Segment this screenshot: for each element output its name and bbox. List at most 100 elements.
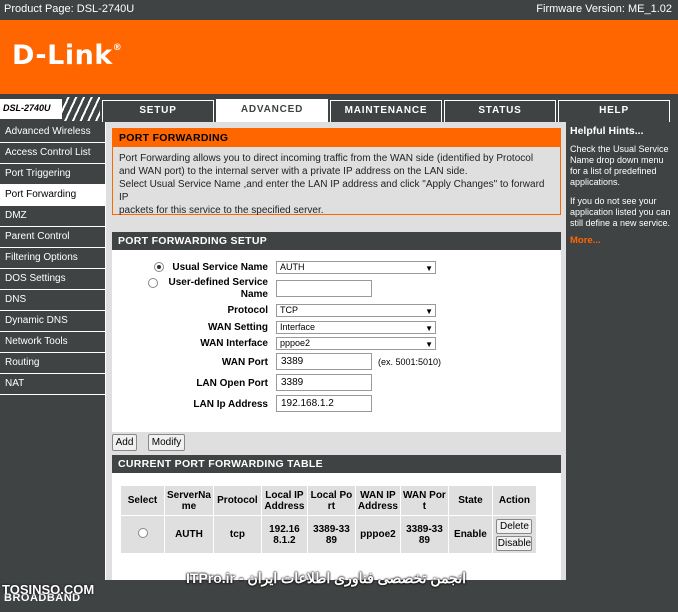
protocol-cell: tcp bbox=[212, 515, 262, 554]
local-port-cell: 3389-33 89 bbox=[306, 515, 356, 554]
firmware-version-label: Firmware Version: ME_1.02 bbox=[536, 3, 672, 15]
col-wan-port: WAN Por t bbox=[399, 485, 449, 516]
sidebar-item-nat[interactable]: NAT bbox=[0, 374, 105, 395]
sidebar-item-advanced-wireless[interactable]: Advanced Wireless bbox=[0, 122, 105, 143]
brand-banner: D-Link® bbox=[0, 20, 678, 94]
wan-port-hint: (ex. 5001:5010) bbox=[378, 357, 442, 367]
cell-line: 89 bbox=[325, 534, 337, 546]
helpful-hint-text: If you do not see your application liste… bbox=[570, 196, 671, 228]
col-local-ip: Local IP Address bbox=[260, 485, 308, 516]
user-defined-label: User-defined Service Name bbox=[160, 277, 269, 301]
header-line: ServerNa bbox=[167, 489, 211, 501]
wan-interface-select[interactable]: pppoe2 ▼ bbox=[276, 337, 436, 350]
sidebar-item-port-triggering[interactable]: Port Triggering bbox=[0, 164, 105, 185]
wan-interface-value: pppoe2 bbox=[280, 338, 311, 348]
usual-service-radio[interactable] bbox=[154, 262, 164, 272]
chevron-down-icon: ▼ bbox=[425, 307, 433, 316]
lan-ip-address-input[interactable]: 192.168.1.2 bbox=[276, 395, 372, 412]
tab-maintenance[interactable]: MAINTENANCE bbox=[330, 100, 442, 122]
select-cell bbox=[120, 515, 165, 554]
helpful-hint-text: Check the Usual Service Name drop down m… bbox=[570, 144, 669, 187]
tab-help[interactable]: HELP bbox=[558, 100, 670, 122]
row-select-radio[interactable] bbox=[137, 528, 148, 538]
watermark-center: انجمن تخصصی فناوری اطلاعات ایران - ITPro… bbox=[186, 570, 467, 586]
header-line: Local IP bbox=[265, 489, 304, 501]
main-content: PORT FORWARDING Port Forwarding allows y… bbox=[106, 122, 566, 600]
port-forwarding-info-box: PORT FORWARDING Port Forwarding allows y… bbox=[112, 128, 561, 216]
state-cell: Enable bbox=[447, 515, 493, 554]
model-stripes bbox=[62, 97, 100, 121]
sidebar-item-access-control-list[interactable]: Access Control List bbox=[0, 143, 105, 164]
action-cell: Delete Disable bbox=[491, 515, 537, 554]
dlink-logo: D-Link® bbox=[12, 40, 122, 71]
chevron-down-icon: ▼ bbox=[425, 340, 433, 349]
port-forwarding-setup-box: PORT FORWARDING SETUP Usual Service Name… bbox=[112, 232, 561, 432]
user-defined-service-input[interactable] bbox=[276, 280, 372, 297]
user-defined-label-line: Name bbox=[240, 289, 268, 300]
more-link[interactable]: More... bbox=[566, 229, 678, 252]
description-line: packets for this service to the specifie… bbox=[119, 205, 324, 216]
sidebar-item-parent-control[interactable]: Parent Control bbox=[0, 227, 105, 248]
tab-advanced[interactable]: ADVANCED bbox=[216, 99, 328, 122]
header-line: t bbox=[422, 500, 427, 512]
tab-setup[interactable]: SETUP bbox=[102, 100, 214, 122]
description-line: Select Usual Service Name ,and enter the… bbox=[119, 179, 545, 203]
sidebar-item-dns[interactable]: DNS bbox=[0, 290, 105, 311]
header-line: WAN Por bbox=[403, 489, 446, 501]
local-ip-cell: 192.16 8.1.2 bbox=[260, 515, 308, 554]
sidebar-item-dmz[interactable]: DMZ bbox=[0, 206, 105, 227]
header-line: Address bbox=[264, 500, 305, 512]
setup-section-title: PORT FORWARDING SETUP bbox=[112, 232, 561, 250]
port-forwarding-description: Port Forwarding allows you to direct inc… bbox=[113, 147, 560, 222]
watermark-left: TOSINSO.COM bbox=[2, 582, 95, 597]
table-row: AUTH tcp 192.16 8.1.2 3389-33 89 pppoe2 33… bbox=[120, 515, 537, 554]
col-action: Action bbox=[491, 485, 537, 516]
tab-status[interactable]: STATUS bbox=[444, 100, 556, 122]
chevron-down-icon: ▼ bbox=[425, 264, 433, 273]
cell-line: 8.1.2 bbox=[273, 534, 296, 546]
wan-port-input[interactable]: 3389 bbox=[276, 353, 372, 370]
header-line: me bbox=[181, 500, 197, 512]
col-protocol: Protocol bbox=[212, 485, 262, 516]
add-button[interactable]: Add bbox=[112, 434, 137, 451]
usual-service-select[interactable]: AUTH ▼ bbox=[276, 261, 436, 274]
sidebar-item-routing[interactable]: Routing bbox=[0, 353, 105, 374]
sidebar-item-dos-settings[interactable]: DOS Settings bbox=[0, 269, 105, 290]
sidebar-item-network-tools[interactable]: Network Tools bbox=[0, 332, 105, 353]
col-local-port: Local Po rt bbox=[306, 485, 356, 516]
cell-line: 3389-33 bbox=[313, 523, 350, 535]
wan-port-label: WAN Port bbox=[221, 357, 268, 368]
header-line: Address bbox=[357, 500, 398, 512]
modify-button[interactable]: Modify bbox=[148, 434, 185, 451]
header-line: Local Po bbox=[310, 489, 353, 501]
protocol-label: Protocol bbox=[227, 305, 268, 316]
description-line: Port Forwarding allows you to direct inc… bbox=[119, 153, 534, 164]
cell-line: 89 bbox=[418, 534, 430, 546]
usual-service-label: Usual Service Name bbox=[172, 262, 268, 273]
disable-button[interactable]: Disable bbox=[496, 535, 533, 551]
wan-setting-value: Interface bbox=[280, 322, 316, 332]
lan-open-port-label: LAN Open Port bbox=[196, 378, 268, 389]
user-defined-label-line: User-defined Service bbox=[168, 277, 269, 288]
sidebar-item-port-forwarding[interactable]: Port Forwarding bbox=[0, 185, 105, 206]
lan-open-port-input[interactable]: 3389 bbox=[276, 374, 372, 391]
header-line: rt bbox=[327, 500, 336, 512]
user-defined-radio[interactable] bbox=[148, 278, 158, 288]
col-select: Select bbox=[120, 485, 165, 516]
protocol-value: TCP bbox=[280, 305, 298, 315]
sidebar-item-filtering-options[interactable]: Filtering Options bbox=[0, 248, 105, 269]
lan-ip-address-label: LAN Ip Address bbox=[193, 399, 268, 410]
col-wan-ip: WAN IP Address bbox=[354, 485, 401, 516]
wan-interface-label: WAN Interface bbox=[200, 338, 268, 349]
sidebar-item-dynamic-dns[interactable]: Dynamic DNS bbox=[0, 311, 105, 332]
wan-setting-label: WAN Setting bbox=[208, 322, 268, 333]
delete-button[interactable]: Delete bbox=[496, 518, 533, 534]
wan-setting-select[interactable]: Interface ▼ bbox=[276, 321, 436, 334]
wan-port-cell: 3389-33 89 bbox=[399, 515, 449, 554]
port-forwarding-title: PORT FORWARDING bbox=[113, 129, 560, 147]
col-state: State bbox=[447, 485, 493, 516]
logo-text: D-Link bbox=[12, 40, 113, 71]
server-name-cell: AUTH bbox=[164, 515, 214, 554]
cell-line: 192.16 bbox=[269, 523, 300, 535]
protocol-select[interactable]: TCP ▼ bbox=[276, 304, 436, 317]
